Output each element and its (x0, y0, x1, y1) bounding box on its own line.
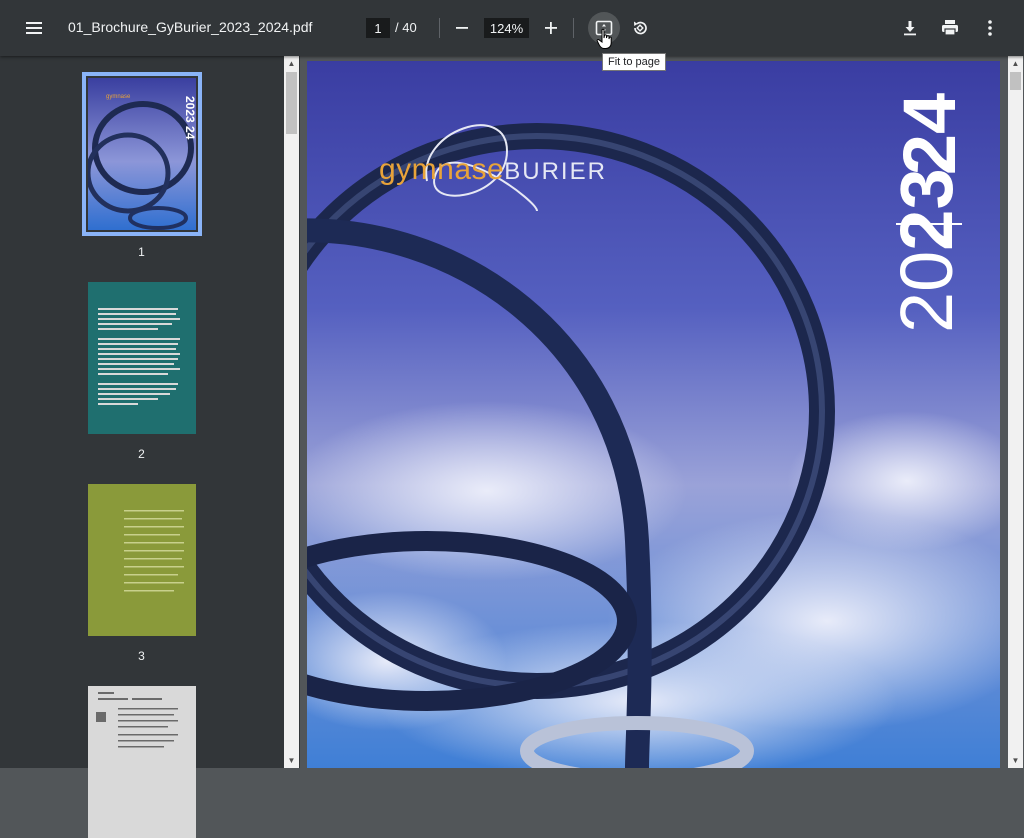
scroll-up-arrow-icon[interactable]: ▲ (1008, 56, 1023, 71)
scroll-down-arrow-icon[interactable]: ▼ (1008, 753, 1023, 768)
print-button[interactable] (934, 12, 966, 44)
thumbnail-label: 1 (138, 245, 145, 259)
toolbar-divider (573, 18, 574, 38)
download-icon (904, 21, 916, 36)
document-title: 01_Brochure_GyBurier_2023_2024.pdf (68, 19, 313, 35)
pdf-toolbar: 01_Brochure_GyBurier_2023_2024.pdf / 40 (0, 0, 1024, 56)
thumbnail-label: 3 (138, 649, 145, 663)
year-light-digits: 20 (885, 250, 968, 333)
print-icon (942, 20, 958, 36)
svg-text:gymnase: gymnase (106, 94, 131, 100)
thumbnail-page-3[interactable] (88, 484, 196, 636)
download-button[interactable] (894, 12, 926, 44)
rotate-icon (634, 21, 647, 35)
brand-name-a: gymnase (379, 153, 505, 186)
rotate-button[interactable] (624, 12, 656, 44)
more-vert-icon (988, 20, 992, 36)
thumbnail-label: 2 (138, 447, 145, 461)
year-end-digits: 24 (888, 92, 971, 176)
toolbar-divider (439, 18, 440, 38)
thumbnail-page-1[interactable]: 2023 24 gymnase (82, 72, 202, 236)
pdf-page-1: gymnaseBURIER 2023 24 (307, 61, 1000, 768)
sidebar-scrollbar[interactable]: ▲ ▼ (284, 56, 299, 768)
page-count: / 40 (395, 20, 417, 35)
thumbnail-sidebar: 2023 24 gymnase 1 2 3 ▲ ▼ (0, 56, 300, 838)
thumbnail-page-2[interactable] (88, 282, 196, 434)
menu-icon[interactable] (18, 12, 50, 44)
minus-icon (456, 27, 468, 29)
zoom-input[interactable] (484, 18, 529, 38)
sidebar-scroll-thumb[interactable] (286, 72, 297, 134)
brand-name-b: BURIER (504, 158, 607, 185)
main-scroll-thumb[interactable] (1010, 72, 1021, 90)
zoom-out-button[interactable] (446, 12, 478, 44)
hand-cursor-icon (596, 28, 612, 49)
fit-to-page-tooltip: Fit to page (602, 53, 666, 71)
plus-icon (545, 22, 557, 34)
more-options-button[interactable] (974, 12, 1006, 44)
zoom-in-button[interactable] (535, 12, 567, 44)
page-number-input[interactable] (366, 18, 390, 38)
scroll-up-arrow-icon[interactable]: ▲ (284, 56, 299, 71)
year-divider (896, 223, 962, 225)
school-year: 2023 24 (862, 93, 992, 441)
main-scrollbar[interactable]: ▲ ▼ (1008, 56, 1023, 768)
thumbnail-page-4[interactable] (88, 686, 196, 838)
brand-logo: gymnaseBURIER (379, 153, 607, 187)
svg-text:2023 24: 2023 24 (183, 96, 196, 140)
scroll-down-arrow-icon[interactable]: ▼ (284, 753, 299, 768)
